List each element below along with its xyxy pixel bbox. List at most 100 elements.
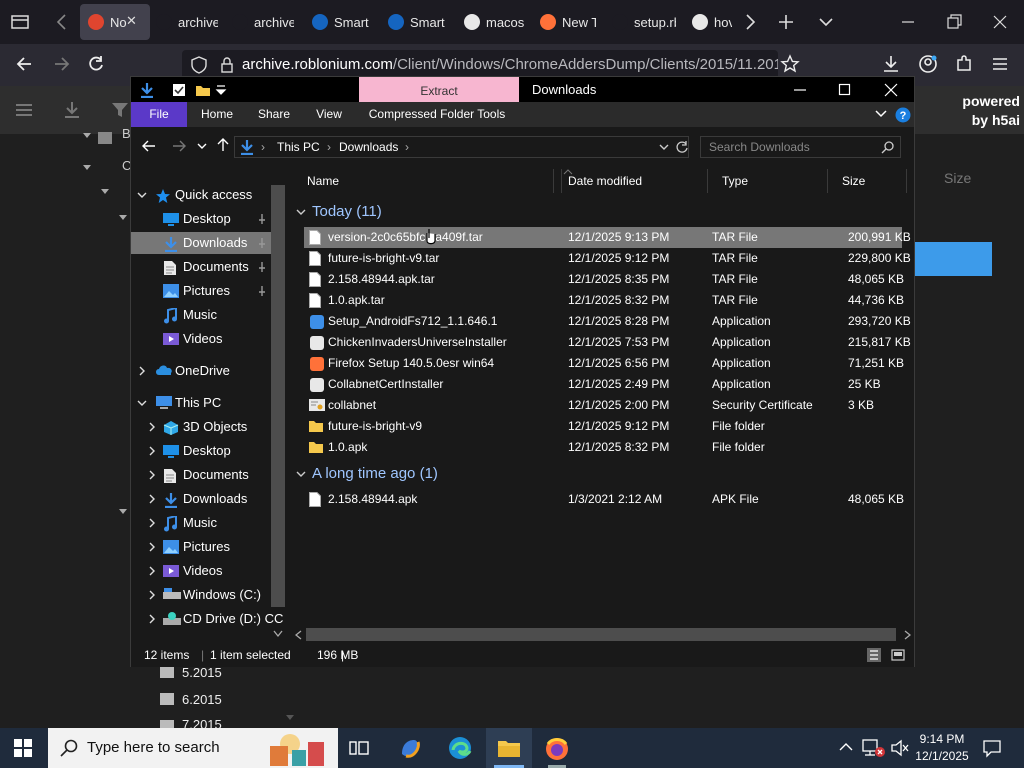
expand-arrow-icon[interactable]	[147, 470, 157, 480]
tab-compressed-folder-tools[interactable]: Compressed Folder Tools	[365, 102, 509, 127]
nav-pc-item[interactable]: Documents	[131, 464, 271, 486]
close-tab-icon[interactable]: ✕	[126, 13, 137, 29]
nav-quick-pictures[interactable]: Pictures	[131, 280, 271, 302]
back-icon[interactable]	[14, 54, 34, 74]
nav-quick-access[interactable]: Quick access	[131, 184, 271, 206]
group-header[interactable]: A long time ago (1)	[312, 465, 438, 482]
tracking-shield-icon[interactable]	[190, 56, 208, 74]
expand-ribbon-icon[interactable]	[875, 109, 887, 119]
folder-7-2015[interactable]: 7.2015	[182, 717, 222, 728]
pin-icon[interactable]	[257, 262, 267, 272]
tree-arrow-icon[interactable]	[118, 506, 128, 516]
group-collapse-icon[interactable]	[296, 469, 306, 479]
expand-arrow-icon[interactable]	[147, 494, 157, 504]
tabs-scroll-left-icon[interactable]	[52, 12, 72, 32]
folder-5-2015[interactable]: 5.2015	[182, 665, 222, 680]
recent-locations-icon[interactable]	[197, 141, 207, 151]
nav-pc-item[interactable]: Downloads	[131, 488, 271, 510]
address-history-icon[interactable]	[659, 142, 669, 152]
nav-quick-music[interactable]: Music	[131, 304, 271, 326]
contextual-tab-extract[interactable]: Extract	[359, 77, 519, 102]
browser-tab[interactable]: macos	[456, 4, 526, 40]
group-header[interactable]: Today (11)	[312, 203, 382, 220]
nav-scrollbar-thumb[interactable]	[271, 185, 285, 607]
minimize-window-icon[interactable]	[792, 82, 808, 98]
taskbar-clock[interactable]: 9:14 PM 12/1/2025	[914, 731, 970, 765]
file-row[interactable]: collabnet 12/1/2025 2:00 PM Security Certi…	[304, 395, 902, 416]
customize-toolbar-icon[interactable]	[215, 83, 227, 97]
maximize-window-icon[interactable]	[837, 82, 853, 98]
file-row[interactable]: 1.0.apk 12/1/2025 8:32 PM File folder	[304, 437, 902, 458]
back-arrow-icon[interactable]	[141, 138, 157, 154]
hscroll-left-icon[interactable]	[295, 630, 303, 640]
close-window-icon[interactable]	[883, 82, 899, 98]
collapse-arrow-icon[interactable]	[137, 398, 147, 408]
large-icons-view-icon[interactable]	[891, 648, 905, 662]
file-row[interactable]: Setup_AndroidFs712_1.1.646.1 12/1/2025 8:…	[304, 311, 911, 332]
nav-pc-item[interactable]: Desktop	[131, 440, 271, 462]
nav-quick-downloads[interactable]: Downloads	[131, 232, 271, 254]
breadcrumb-downloads[interactable]: Downloads	[339, 137, 398, 157]
close-browser-icon[interactable]	[990, 12, 1010, 32]
browser-tab[interactable]: hov	[684, 4, 732, 40]
tree-arrow-icon[interactable]	[82, 130, 92, 140]
expand-arrow-icon[interactable]	[147, 518, 157, 528]
nav-quick-videos[interactable]: Videos	[131, 328, 271, 350]
tabs-scroll-right-icon[interactable]	[740, 12, 760, 32]
nav-pc-item[interactable]: Windows (C:)	[131, 584, 271, 606]
browser-tab[interactable]: No ✕	[80, 4, 150, 40]
nav-pc-item[interactable]: Music	[131, 512, 271, 534]
highlighted-row[interactable]	[915, 242, 992, 276]
nav-this-pc[interactable]: This PC	[131, 392, 271, 414]
volume-muted-icon[interactable]	[890, 738, 910, 758]
scroll-down-icon[interactable]	[285, 714, 295, 722]
reload-icon[interactable]	[86, 54, 106, 74]
expand-arrow-icon[interactable]	[147, 566, 157, 576]
show-hidden-icons-icon[interactable]	[838, 740, 854, 754]
task-view-icon[interactable]	[348, 738, 370, 758]
refresh-icon[interactable]	[675, 140, 689, 154]
download-icon[interactable]	[62, 100, 82, 120]
restore-browser-icon[interactable]	[944, 12, 964, 32]
forward-arrow-icon[interactable]	[171, 138, 187, 154]
minimize-browser-icon[interactable]	[898, 12, 918, 32]
tree-arrow-icon[interactable]	[100, 186, 110, 196]
up-arrow-icon[interactable]	[215, 137, 231, 153]
file-row[interactable]: CollabnetCertInstaller 12/1/2025 2:49 PM A…	[304, 374, 902, 395]
pin-icon[interactable]	[257, 214, 267, 224]
group-collapse-icon[interactable]	[296, 207, 306, 217]
quick-access-download-icon[interactable]	[139, 82, 155, 98]
menu-icon[interactable]	[990, 54, 1010, 74]
browser-tab[interactable]: Smart	[304, 4, 374, 40]
bookmark-star-icon[interactable]	[780, 54, 800, 74]
notifications-icon[interactable]	[982, 738, 1002, 758]
details-view-icon[interactable]	[867, 648, 881, 662]
pin-icon[interactable]	[257, 286, 267, 296]
collapse-arrow-icon[interactable]	[137, 190, 147, 200]
file-row[interactable]: ChickenInvadersUniverseInstaller 12/1/202…	[304, 332, 911, 353]
search-icon[interactable]	[881, 140, 895, 154]
tab-view[interactable]: View	[305, 102, 353, 127]
folder-6-2015[interactable]: 6.2015	[182, 692, 222, 707]
tab-overview-icon[interactable]	[10, 12, 30, 32]
list-all-tabs-icon[interactable]	[816, 12, 836, 32]
column-date-modified[interactable]: Date modified	[553, 169, 708, 193]
account-icon[interactable]	[918, 54, 938, 74]
tab-home[interactable]: Home	[191, 102, 243, 127]
sidebar-toggle-icon[interactable]	[14, 100, 34, 120]
page-info-lock-icon[interactable]	[218, 56, 236, 74]
browser-tab[interactable]: archive.ro	[148, 4, 218, 40]
browser-tab[interactable]: Smart	[380, 4, 450, 40]
column-type[interactable]: Type	[708, 169, 828, 193]
downloads-icon[interactable]	[881, 54, 901, 74]
hscroll-thumb[interactable]	[306, 628, 896, 641]
breadcrumb-this-pc[interactable]: This PC	[277, 137, 320, 157]
start-windows-icon[interactable]	[14, 739, 32, 757]
nav-pc-item[interactable]: Videos	[131, 560, 271, 582]
firefox-icon[interactable]	[544, 736, 570, 768]
taskbar-search-box[interactable]: Type here to search	[48, 728, 338, 768]
nav-quick-desktop[interactable]: Desktop	[131, 208, 271, 230]
properties-check-icon[interactable]	[171, 82, 187, 98]
expand-arrow-icon[interactable]	[137, 366, 147, 376]
file-row[interactable]: Firefox Setup 140.5.0esr win64 12/1/2025 …	[304, 353, 904, 374]
